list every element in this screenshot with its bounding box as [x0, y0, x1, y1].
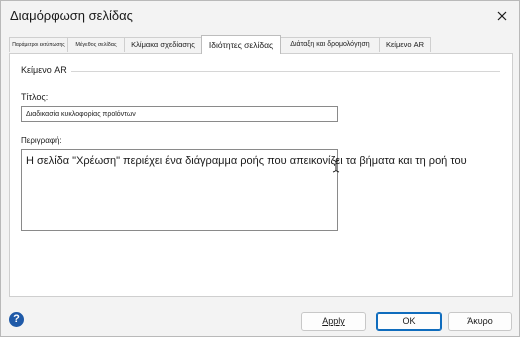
group-label: Κείμενο AR	[21, 65, 71, 75]
tab-alt-text[interactable]: Κείμενο AR	[379, 37, 431, 52]
description-textarea[interactable]: Η σελίδα "Χρέωση" περιέχει ένα διάγραμμα…	[21, 149, 467, 231]
close-icon	[497, 11, 507, 21]
ok-button[interactable]: OK	[376, 312, 442, 331]
tab-page-size[interactable]: Μέγεθος σελίδας	[67, 37, 125, 52]
page-setup-dialog: Διαμόρφωση σελίδας Παράμετροι εκτύπωσης …	[0, 0, 520, 337]
help-icon[interactable]: ?	[9, 312, 24, 327]
tab-drawing-scale[interactable]: Κλίμακα σχεδίασης	[124, 37, 202, 52]
tab-layout-routing[interactable]: Διάταξη και δρομολόγηση	[280, 37, 380, 52]
apply-button[interactable]: Apply	[301, 312, 366, 331]
cancel-button[interactable]: Άκυρο	[448, 312, 512, 331]
description-label: Περιγραφή:	[21, 136, 62, 145]
description-text: Η σελίδα "Χρέωση" περιέχει ένα διάγραμμα…	[26, 155, 467, 167]
title-bar: Διαμόρφωση σελίδας	[1, 1, 519, 31]
group-divider	[70, 71, 500, 72]
dialog-title: Διαμόρφωση σελίδας	[10, 8, 133, 23]
dialog-footer: ? Apply OK Άκυρο	[1, 301, 519, 336]
text-cursor-icon	[332, 159, 340, 173]
tab-print-setup[interactable]: Παράμετροι εκτύπωσης	[9, 37, 68, 52]
title-label: Τίτλος:	[21, 92, 49, 102]
tab-strip: Παράμετροι εκτύπωσης Μέγεθος σελίδας Κλί…	[9, 35, 509, 54]
title-input[interactable]: Διαδικασία κυκλοφορίας προϊόντων	[21, 106, 338, 122]
tab-panel: Κείμενο AR Τίτλος: Διαδικασία κυκλοφορία…	[9, 53, 513, 297]
close-button[interactable]	[491, 5, 513, 27]
tab-page-properties[interactable]: Ιδιότητες σελίδας	[201, 35, 281, 54]
